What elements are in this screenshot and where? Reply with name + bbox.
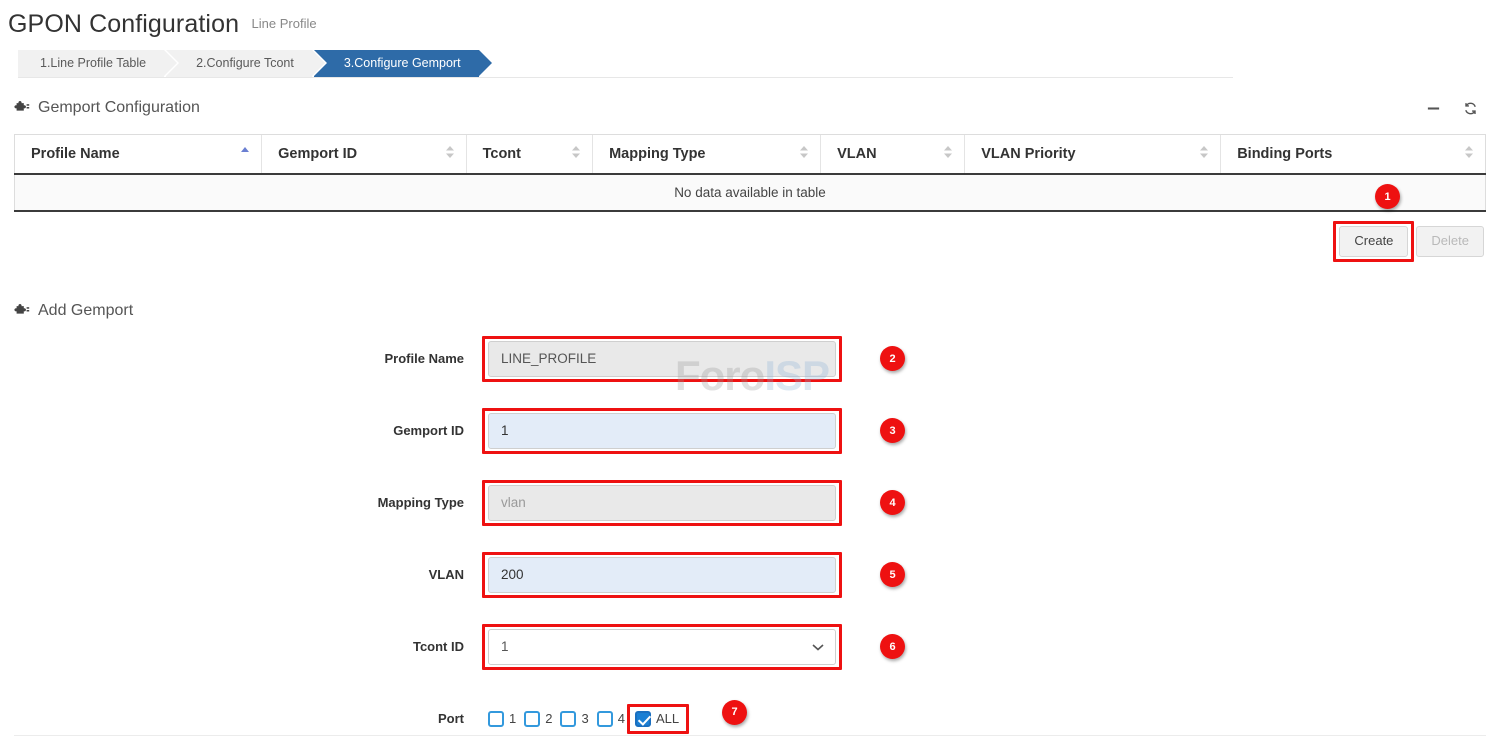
page-header: GPON Configuration Line Profile [0, 0, 1500, 39]
step-configure-tcont[interactable]: 2.Configure Tcont [166, 50, 312, 77]
sort-none-icon [572, 145, 580, 163]
mapping-type-input[interactable] [488, 485, 836, 521]
column-label: Mapping Type [609, 146, 705, 162]
refresh-icon[interactable] [1463, 101, 1478, 116]
column-label: Binding Ports [1237, 146, 1332, 162]
step-label: 3.Configure Gemport [344, 56, 461, 70]
port-checkbox-2-item[interactable]: 2 [524, 711, 552, 727]
delete-button[interactable]: Delete [1416, 226, 1484, 257]
sort-none-icon [944, 145, 952, 163]
gemport-id-highlight [488, 413, 836, 449]
port-checkbox-4-item[interactable]: 4 [597, 711, 625, 727]
field-row-mapping-type: Mapping Type 4 [0, 485, 1500, 521]
step-label: 2.Configure Tcont [196, 56, 294, 70]
table-header-row: Profile Name Gemport ID Tcont [15, 135, 1486, 175]
puzzle-icon [14, 100, 30, 116]
field-row-vlan: VLAN 5 [0, 557, 1500, 593]
step-label: 1.Line Profile Table [40, 56, 146, 70]
port-checkbox-1[interactable] [488, 711, 504, 727]
annotation-badge-7: 7 [722, 700, 747, 725]
column-header-mapping-type[interactable]: Mapping Type [593, 135, 821, 175]
column-header-binding-ports[interactable]: Binding Ports [1221, 135, 1486, 175]
column-header-vlan[interactable]: VLAN [821, 135, 965, 175]
page-title: GPON Configuration [8, 10, 239, 39]
field-row-tcont-id: Tcont ID 1 6 [0, 629, 1500, 665]
mapping-type-highlight [488, 485, 836, 521]
gemport-table-wrapper: Profile Name Gemport ID Tcont [14, 134, 1486, 212]
panel-tools [1426, 101, 1478, 116]
port-checkbox-3[interactable] [560, 711, 576, 727]
sort-asc-icon [241, 146, 249, 162]
column-label: Tcont [483, 146, 521, 162]
panel-title: Gemport Configuration [38, 99, 200, 117]
field-row-gemport-id: Gemport ID 3 [0, 413, 1500, 449]
port-checkbox-1-item[interactable]: 1 [488, 711, 516, 727]
column-label: VLAN [837, 146, 876, 162]
port-label-2: 2 [545, 711, 552, 726]
column-header-profile-name[interactable]: Profile Name [15, 135, 262, 175]
port-checkbox-3-item[interactable]: 3 [560, 711, 588, 727]
annotation-badge-2: 2 [880, 346, 905, 371]
puzzle-icon [14, 303, 30, 319]
gemport-table: Profile Name Gemport ID Tcont [14, 134, 1486, 212]
label-vlan: VLAN [0, 567, 488, 582]
port-checkbox-4[interactable] [597, 711, 613, 727]
port-checkbox-2[interactable] [524, 711, 540, 727]
column-label: Gemport ID [278, 146, 357, 162]
vlan-highlight [488, 557, 836, 593]
field-row-profile-name: Profile Name 2 [0, 341, 1500, 377]
column-header-vlan-priority[interactable]: VLAN Priority [965, 135, 1221, 175]
sort-none-icon [1200, 145, 1208, 163]
column-label: Profile Name [31, 146, 120, 162]
label-tcont-id: Tcont ID [0, 639, 488, 654]
create-button-highlight: Create [1339, 226, 1408, 257]
annotation-badge-5: 5 [880, 562, 905, 587]
label-gemport-id: Gemport ID [0, 423, 488, 438]
annotation-badge-3: 3 [880, 418, 905, 443]
footer-divider [14, 735, 1486, 736]
gemport-id-input[interactable] [488, 413, 836, 449]
port-checkbox-group: 1 2 3 4 ALL [488, 701, 836, 737]
table-empty-row: No data available in table [15, 174, 1486, 211]
step-line-profile-table[interactable]: 1.Line Profile Table [18, 50, 164, 77]
profile-name-input[interactable] [488, 341, 836, 377]
tcont-id-select[interactable]: 1 [488, 629, 836, 665]
page-subtitle: Line Profile [252, 16, 317, 31]
port-label-4: 4 [618, 711, 625, 726]
port-label-1: 1 [509, 711, 516, 726]
annotation-badge-1: 1 [1375, 184, 1400, 209]
empty-message: No data available in table [15, 174, 1486, 211]
add-gemport-form: Profile Name 2 Gemport ID 3 Mapping Type… [0, 341, 1500, 744]
label-port: Port [0, 711, 488, 726]
vlan-input[interactable] [488, 557, 836, 593]
create-button[interactable]: Create [1339, 226, 1408, 257]
label-mapping-type: Mapping Type [0, 495, 488, 510]
annotation-badge-6: 6 [880, 634, 905, 659]
sort-none-icon [800, 145, 808, 163]
sort-none-icon [1465, 145, 1473, 163]
column-label: VLAN Priority [981, 146, 1075, 162]
gemport-configuration-panel-header: Gemport Configuration [14, 96, 1500, 120]
step-wizard: 1.Line Profile Table 2.Configure Tcont 3… [18, 50, 1233, 78]
add-gemport-panel-header: Add Gemport [14, 299, 1500, 323]
port-checkbox-all[interactable] [635, 711, 651, 727]
port-label-3: 3 [581, 711, 588, 726]
step-configure-gemport[interactable]: 3.Configure Gemport [314, 50, 479, 77]
table-actions: Create Delete 1 [0, 226, 1484, 257]
label-profile-name: Profile Name [0, 351, 488, 366]
tcont-id-highlight: 1 [488, 629, 836, 665]
form-title: Add Gemport [38, 302, 133, 320]
annotation-badge-4: 4 [880, 490, 905, 515]
profile-name-highlight [488, 341, 836, 377]
minimize-icon[interactable] [1426, 101, 1441, 116]
sort-none-icon [446, 145, 454, 163]
gpon-configuration-page: ForoISP GPON Configuration Line Profile … [0, 0, 1500, 744]
field-row-port: Port 1 2 3 [0, 701, 1500, 737]
port-checkbox-all-item[interactable]: ALL [633, 709, 683, 729]
port-label-all: ALL [656, 711, 679, 726]
column-header-tcont[interactable]: Tcont [466, 135, 593, 175]
column-header-gemport-id[interactable]: Gemport ID [262, 135, 466, 175]
